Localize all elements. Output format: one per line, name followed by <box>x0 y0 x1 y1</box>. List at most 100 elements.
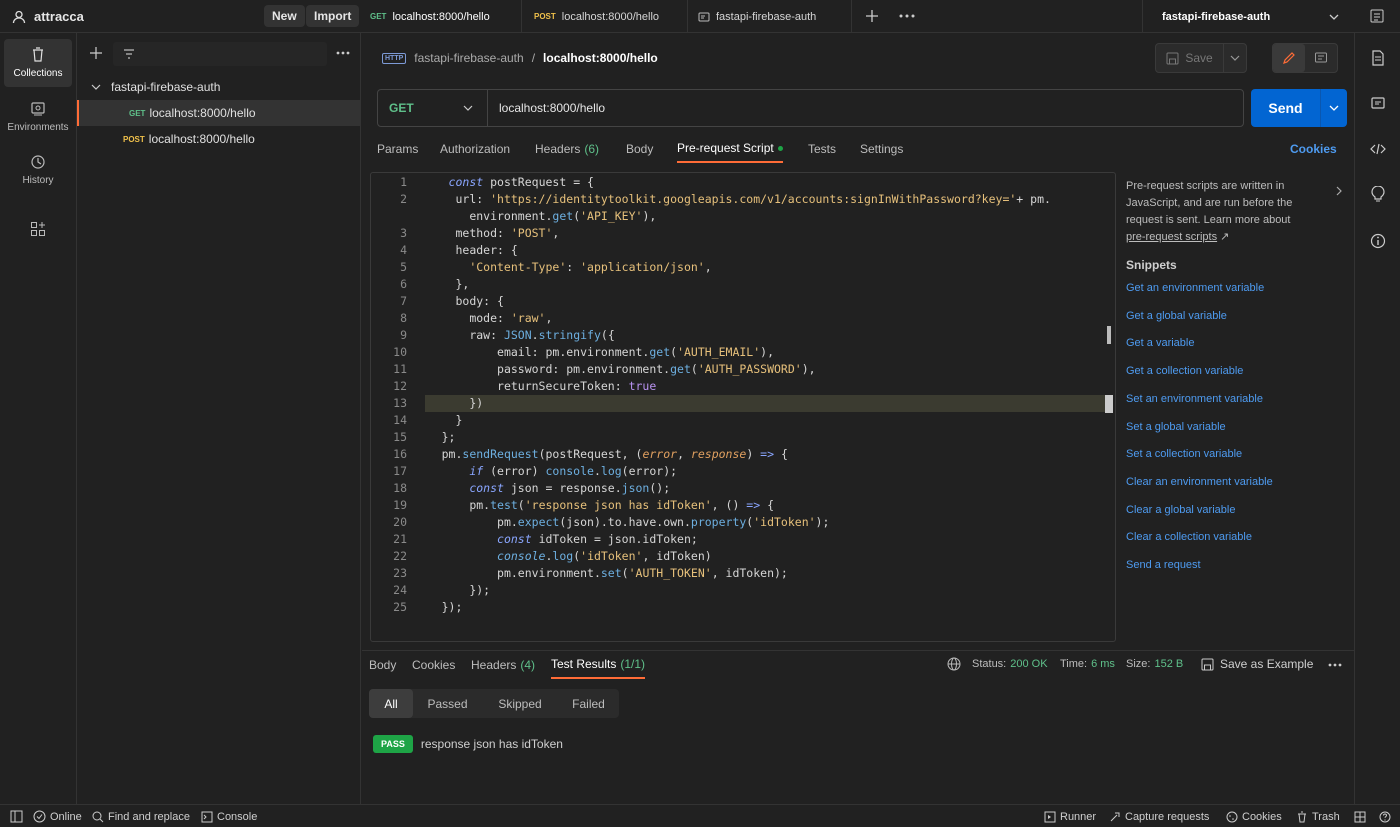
globe-icon[interactable] <box>947 657 961 671</box>
snippet-link[interactable]: Clear a collection variable <box>1126 531 1252 543</box>
snippet-link[interactable]: Get a global variable <box>1126 310 1227 322</box>
sidebar-item-post-hello[interactable]: POST localhost:8000/hello <box>77 126 361 152</box>
tab-response-cookies[interactable]: Cookies <box>412 651 455 679</box>
more-tabs-icon[interactable] <box>898 8 916 24</box>
add-collection-plus-icon[interactable] <box>89 46 103 60</box>
script-editor[interactable]: 1 const postRequest = { 2 url: 'https://… <box>370 172 1116 642</box>
rail-environments[interactable]: Environments <box>4 93 72 141</box>
layout-icon[interactable] <box>10 805 23 827</box>
filter-icon <box>123 48 135 60</box>
lightbulb-icon[interactable] <box>1365 181 1391 207</box>
help-line: Pre-request scripts are written in <box>1126 180 1285 192</box>
documentation-icon[interactable] <box>1365 45 1391 71</box>
capture-requests-button[interactable]: Capture requests <box>1109 805 1209 827</box>
workspace-switcher[interactable]: attracca <box>12 0 84 33</box>
filter-failed[interactable]: Failed <box>558 689 619 718</box>
tab-test-results[interactable]: Test Results (1/1) <box>551 651 646 679</box>
tab-headers[interactable]: Headers (6) <box>535 135 599 163</box>
send-button[interactable]: Send <box>1251 89 1321 127</box>
trash-button[interactable]: Trash <box>1296 805 1340 827</box>
console-label: Console <box>217 810 258 823</box>
save-button[interactable]: Save <box>1156 44 1224 72</box>
new-button[interactable]: New <box>264 5 305 27</box>
rail-history[interactable]: History <box>4 146 72 194</box>
rail-collections[interactable]: Collections <box>4 39 72 87</box>
snippet-link[interactable]: Get a collection variable <box>1126 365 1243 377</box>
response-tabs: Body Cookies Headers (4) Test Results (1… <box>369 651 1354 681</box>
breadcrumb-collection[interactable]: fastapi-firebase-auth <box>414 51 523 65</box>
environment-quick-look-icon[interactable] <box>1369 8 1385 24</box>
snippet-link[interactable]: Set a global variable <box>1126 421 1226 433</box>
edit-pencil-icon[interactable] <box>1273 44 1305 72</box>
tab-tests[interactable]: Tests <box>808 135 836 163</box>
snippet-link[interactable]: Get an environment variable <box>1126 282 1264 294</box>
help-icon[interactable] <box>1379 805 1391 827</box>
online-status[interactable]: Online <box>33 805 82 827</box>
tab-get-hello[interactable]: GET localhost:8000/hello <box>362 0 522 33</box>
filter-skipped[interactable]: Skipped <box>482 689 558 718</box>
history-icon <box>30 154 46 170</box>
console-button[interactable]: Console <box>201 805 257 827</box>
method-badge: POST <box>123 134 145 144</box>
method-badge: POST <box>534 12 556 21</box>
tab-post-hello[interactable]: POST localhost:8000/hello <box>526 0 688 33</box>
trash-can-icon <box>30 47 46 63</box>
tab-params[interactable]: Params <box>377 135 418 163</box>
import-button[interactable]: Import <box>306 5 360 27</box>
configure-sidebar-icon[interactable] <box>30 221 46 237</box>
info-icon[interactable] <box>1365 228 1391 254</box>
two-pane-icon[interactable] <box>1354 805 1366 827</box>
snippet-link[interactable]: Set a collection variable <box>1126 448 1242 460</box>
tab-settings[interactable]: Settings <box>860 135 903 163</box>
tab-response-body[interactable]: Body <box>369 651 396 679</box>
runner-button[interactable]: Runner <box>1044 805 1096 827</box>
send-options-chevron-icon[interactable] <box>1321 89 1347 127</box>
filter-collections-input[interactable] <box>113 42 327 66</box>
snippet-link[interactable]: Get a variable <box>1126 337 1194 349</box>
size-label: Size: <box>1126 658 1151 670</box>
breadcrumb-request[interactable]: localhost:8000/hello <box>543 51 658 65</box>
tab-body[interactable]: Body <box>626 135 653 163</box>
comments-icon[interactable] <box>1365 91 1391 117</box>
cookies-link[interactable]: Cookies <box>1290 135 1337 163</box>
help-line: JavaScript, and are run before the <box>1126 197 1293 209</box>
save-options-chevron-icon[interactable] <box>1224 44 1246 72</box>
snippet-link[interactable]: Clear an environment variable <box>1126 476 1273 488</box>
tab-authorization[interactable]: Authorization <box>440 135 510 163</box>
scrollbar-thumb[interactable] <box>1107 326 1111 344</box>
save-button-group: Save <box>1155 43 1247 73</box>
tab-response-headers[interactable]: Headers (4) <box>471 651 535 679</box>
response-more-icon[interactable] <box>1327 660 1343 670</box>
url-input[interactable]: localhost:8000/hello <box>499 90 605 126</box>
tab-collection[interactable]: fastapi-firebase-auth <box>690 0 852 33</box>
cookies-button[interactable]: Cookies <box>1226 805 1282 827</box>
find-and-replace[interactable]: Find and replace <box>92 805 190 827</box>
filter-passed[interactable]: Passed <box>413 689 482 718</box>
save-as-example-button[interactable]: Save as Example <box>1201 657 1313 671</box>
save-icon <box>1201 658 1214 671</box>
snippet-link[interactable]: Set an environment variable <box>1126 393 1263 405</box>
snippet-link[interactable]: Send a request <box>1126 559 1201 571</box>
sidebar-more-icon[interactable] <box>335 47 351 59</box>
prerequest-docs-link[interactable]: pre-request scripts <box>1126 231 1217 243</box>
request-editor: HTTP fastapi-firebase-auth / localhost:8… <box>362 33 1354 804</box>
rail-label: Collections <box>13 68 63 79</box>
test-result-row: PASS response json has idToken <box>373 735 563 753</box>
method-badge: GET <box>129 108 146 118</box>
code-icon[interactable] <box>1365 136 1391 162</box>
trash-label: Trash <box>1312 810 1340 823</box>
documentation-icon[interactable] <box>1305 44 1337 72</box>
response-time[interactable]: Time: 6 ms <box>1060 658 1115 670</box>
environment-select[interactable]: fastapi-firebase-auth <box>1142 0 1354 33</box>
collapse-help-chevron-icon[interactable] <box>1334 186 1344 196</box>
collection-name: fastapi-firebase-auth <box>111 80 221 94</box>
snippet-link[interactable]: Clear a global variable <box>1126 504 1235 516</box>
sidebar-item-get-hello[interactable]: GET localhost:8000/hello <box>77 100 361 126</box>
filter-all[interactable]: All <box>369 689 413 718</box>
response-size[interactable]: Size: 152 B <box>1126 658 1183 670</box>
method-select[interactable]: GET <box>378 90 488 126</box>
response-status[interactable]: Status: 200 OK <box>972 658 1048 670</box>
tab-pre-request-script[interactable]: Pre-request Script <box>677 135 783 163</box>
new-tab-plus-icon[interactable] <box>864 8 880 24</box>
collection-row[interactable]: fastapi-firebase-auth <box>77 74 361 100</box>
